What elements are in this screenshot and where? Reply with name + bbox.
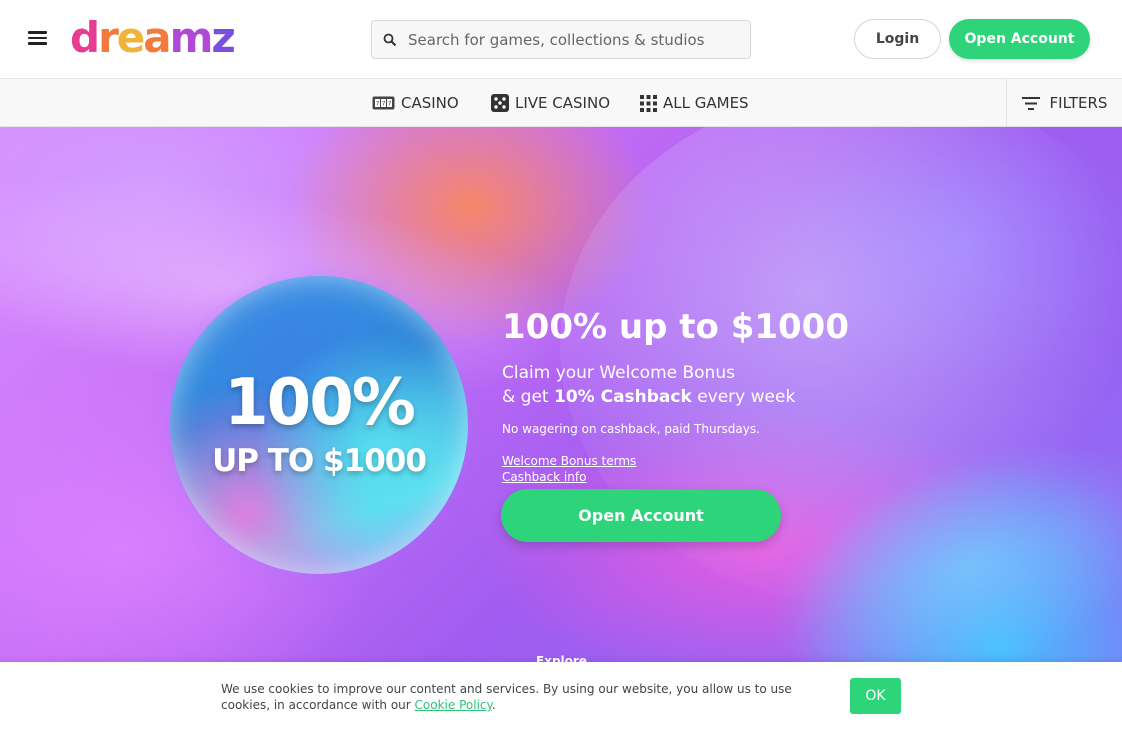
- welcome-bonus-terms-link[interactable]: Welcome Bonus terms: [502, 454, 636, 468]
- cookie-banner: We use cookies to improve our content an…: [0, 662, 1122, 730]
- dreamz-logo[interactable]: dreamz: [70, 14, 236, 62]
- subtitle-suffix: every week: [691, 387, 796, 407]
- hero-note: No wagering on cashback, paid Thursdays.: [502, 422, 760, 436]
- cookie-text: We use cookies to improve our content an…: [221, 682, 792, 712]
- nav-label-live-casino: LIVE CASINO: [515, 94, 610, 112]
- svg-text:7: 7: [388, 101, 392, 108]
- cookie-policy-link[interactable]: Cookie Policy: [415, 698, 492, 712]
- filters-button[interactable]: FILTERS: [1006, 79, 1122, 127]
- cashback-highlight: 10% Cashback: [553, 387, 692, 407]
- grid-icon: [640, 94, 657, 112]
- filter-lines-icon: [1021, 96, 1040, 110]
- cashback-info-link[interactable]: Cashback info: [502, 470, 586, 484]
- search-icon: [372, 20, 408, 59]
- cookie-suffix: .: [491, 698, 496, 712]
- svg-text:7: 7: [376, 101, 380, 108]
- search-input[interactable]: [408, 30, 738, 49]
- hamburger-menu-icon[interactable]: [28, 28, 52, 50]
- bonus-orb: 100% UP TO $1000: [170, 276, 468, 574]
- hero-subtitle-line1: Claim your Welcome Bonus: [502, 363, 735, 383]
- dice-icon: [491, 94, 509, 112]
- nav-label-casino: CASINO: [401, 94, 459, 112]
- site-header: dreamz Login Open Account: [0, 0, 1122, 79]
- slot-machine-icon: 777: [372, 96, 395, 110]
- nav-item-casino[interactable]: 777 CASINO: [372, 79, 459, 127]
- subtitle-prefix: & get: [502, 387, 554, 407]
- orb-percent-text: 100%: [224, 366, 416, 440]
- login-button[interactable]: Login: [854, 19, 941, 59]
- category-nav: 777 CASINO LIVE CASINO ALL GAMES FILTERS: [0, 79, 1122, 127]
- nav-item-live-casino[interactable]: LIVE CASINO: [491, 79, 610, 127]
- hero-subtitle-line2: & get 10% Cashback every week: [502, 387, 795, 407]
- cookie-ok-button[interactable]: OK: [850, 678, 901, 714]
- open-account-button[interactable]: Open Account: [949, 19, 1090, 59]
- hero-open-account-button[interactable]: Open Account: [501, 489, 781, 542]
- welcome-bonus-banner: 100% UP TO $1000 100% up to $1000 Claim …: [0, 127, 1122, 662]
- search-box[interactable]: [371, 20, 751, 59]
- cookie-message: We use cookies to improve our content an…: [221, 681, 831, 713]
- orb-amount-text: UP TO $1000: [212, 443, 427, 479]
- hero-title: 100% up to $1000: [502, 307, 849, 347]
- svg-text:7: 7: [382, 101, 386, 108]
- nav-item-all-games[interactable]: ALL GAMES: [640, 79, 749, 127]
- nav-label-all-games: ALL GAMES: [663, 94, 749, 112]
- filters-label: FILTERS: [1049, 94, 1108, 112]
- explore-label[interactable]: Explore: [536, 654, 587, 662]
